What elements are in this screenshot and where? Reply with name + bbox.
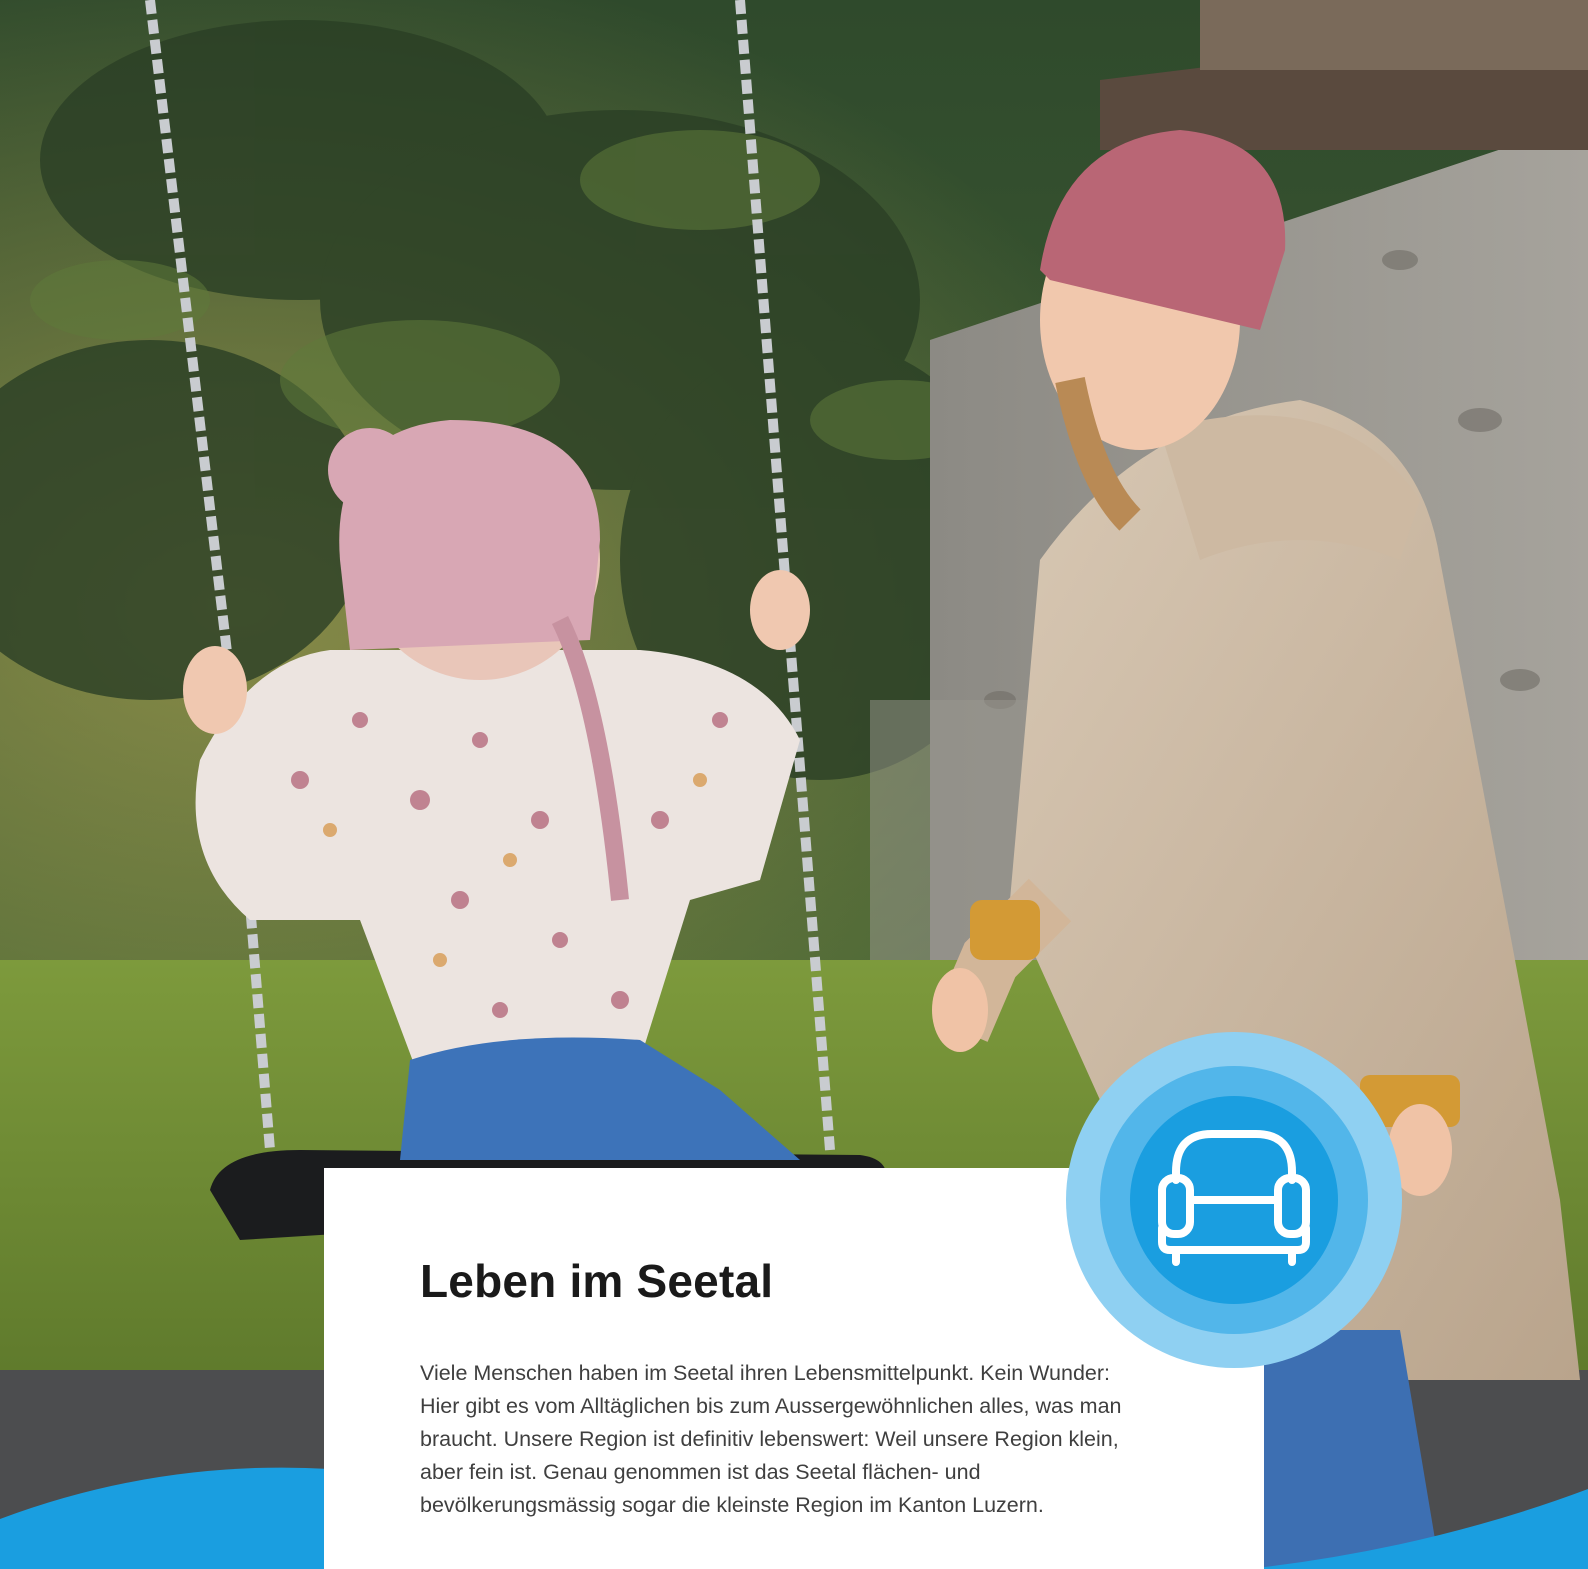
category-badge: [1066, 1032, 1402, 1368]
armchair-icon: [1066, 1032, 1402, 1368]
section-body: Viele Menschen haben im Seetal ihren Leb…: [420, 1360, 1122, 1517]
section-title: Leben im Seetal: [420, 1255, 774, 1307]
page: Leben im Seetal Viele Menschen haben im …: [0, 0, 1588, 1569]
wave-left-decoration: [0, 1467, 330, 1569]
wave-right-decoration: [1248, 1489, 1588, 1569]
